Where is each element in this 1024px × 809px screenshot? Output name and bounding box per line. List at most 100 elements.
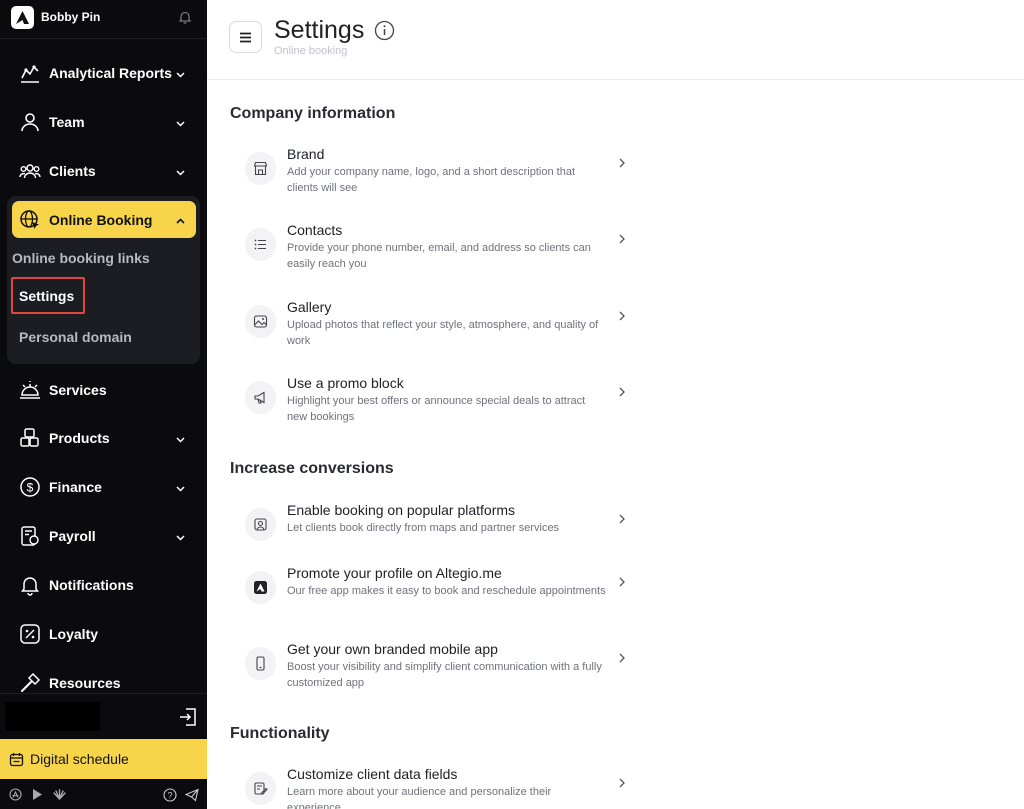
app-logo[interactable] [11,6,34,29]
sidebar-item-online-booking[interactable]: Online Booking [12,201,196,238]
google-play-icon[interactable] [31,788,43,801]
hamburger-icon [240,32,251,42]
row-title: Enable booking on popular platforms [287,502,516,518]
sidebar-item-clients[interactable]: Clients [12,154,196,188]
bell-icon [19,574,41,596]
sidebar-item-payroll[interactable]: Payroll [12,519,196,553]
sidebar-item-label: Team [49,114,85,130]
section-title-company: Company information [230,105,396,122]
submenu-personal-domain[interactable]: Personal domain [19,329,132,345]
sidebar-item-label: Loyalty [49,626,99,642]
sidebar-item-label: Notifications [49,577,134,593]
row-description: Upload photos that reflect your style, a… [287,319,599,347]
row-description: Boost your visibility and simplify clien… [287,661,602,689]
chevron-right-icon [617,575,627,593]
logo-icon [16,11,29,24]
sidebar-item-label: Payroll [49,528,96,544]
section-title-functionality: Functionality [230,725,330,742]
chevron-right-icon [617,651,627,669]
row-description: Add your company name, logo, and a short… [287,166,576,194]
submenu-online-booking-links[interactable]: Online booking links [12,250,150,266]
edit-form-icon [245,772,276,805]
redacted-account-block [5,702,100,731]
row-description: Provide your phone number, email, and ad… [287,242,591,270]
row-description: Highlight your best offers or announce s… [287,395,586,423]
row-description: Let clients book directly from maps and … [287,522,560,534]
phone-icon [245,647,276,680]
sidebar-item-loyalty[interactable]: Loyalty [12,617,196,651]
breadcrumb: Online booking [274,45,348,57]
store-links: ? [0,781,207,809]
page-title: Settings [274,16,365,44]
sidebar-item-label: Resources [49,675,121,691]
row-title: Use a promo block [287,375,404,391]
sidebar-item-products[interactable]: Products [12,421,196,455]
store-icon [245,152,276,185]
main-content: Settings Online booking Company informat… [207,0,1024,809]
user-name[interactable]: Bobby Pin [41,10,100,24]
chevron-right-icon [617,156,627,174]
sidebar-item-label: Services [49,382,107,398]
section-title-conversions: Increase conversions [230,460,394,477]
menu-toggle-button[interactable] [229,21,262,53]
chevron-down-icon [175,481,186,499]
app-store-icon[interactable] [9,788,22,801]
bell-service-icon [19,379,41,401]
row-title: Brand [287,146,325,162]
sidebar-item-services[interactable]: Services [12,373,196,407]
row-description: Learn more about your audience and perso… [287,786,552,809]
boxes-icon [19,427,41,449]
svg-text:?: ? [167,791,172,801]
user-icon [19,111,41,133]
sidebar-item-label: Products [49,430,110,446]
percent-badge-icon [19,623,41,645]
page-header: Settings Online booking [207,0,1024,80]
dollar-circle-icon: $ [19,476,41,498]
calendar-icon [9,752,24,767]
sidebar-item-label: Analytical Reports [49,65,172,81]
row-title: Promote your profile on Altegio.me [287,565,502,581]
row-title: Customize client data fields [287,766,458,782]
chevron-right-icon [617,232,627,250]
sidebar-item-label: Finance [49,479,102,495]
row-title: Contacts [287,222,343,238]
sidebar: Bobby Pin Analytical Reports Team Client… [0,0,207,809]
chevron-down-icon [175,530,186,548]
chevron-down-icon [175,116,186,134]
chevron-up-icon [175,214,186,232]
chevron-down-icon [175,432,186,450]
sidebar-item-analytical-reports[interactable]: Analytical Reports [12,56,196,90]
altegio-logo-icon [245,571,276,604]
chevron-right-icon [617,309,627,327]
hammer-icon [19,672,41,694]
app-gallery-icon[interactable] [52,788,67,801]
sidebar-item-label: Clients [49,163,96,179]
payroll-icon [19,525,41,547]
bell-icon[interactable] [178,10,192,29]
chart-line-icon [19,62,41,84]
sidebar-item-label: Online Booking [49,211,153,228]
sidebar-item-notifications[interactable]: Notifications [12,568,196,602]
globe-cursor-icon [19,209,41,231]
megaphone-icon [245,381,276,414]
info-icon[interactable] [374,20,395,46]
chevron-down-icon [175,67,186,85]
chevron-right-icon [617,385,627,403]
sidebar-divider [0,693,207,694]
row-description: Our free app makes it easy to book and r… [287,585,606,597]
sidebar-header: Bobby Pin [0,0,207,39]
help-icon[interactable]: ? [163,788,177,802]
logout-icon[interactable] [178,707,198,732]
sidebar-item-finance[interactable]: $ Finance [12,470,196,504]
sidebar-item-resources[interactable]: Resources [12,666,196,700]
list-icon [245,228,276,261]
chevron-right-icon [617,512,627,530]
chevron-right-icon [617,776,627,794]
telegram-icon[interactable] [185,788,199,802]
submenu-settings[interactable]: Settings [19,288,74,304]
chevron-down-icon [175,165,186,183]
image-icon [245,305,276,338]
row-title: Get your own branded mobile app [287,641,498,657]
digital-schedule-button[interactable]: Digital schedule [0,739,207,779]
sidebar-item-team[interactable]: Team [12,105,196,139]
